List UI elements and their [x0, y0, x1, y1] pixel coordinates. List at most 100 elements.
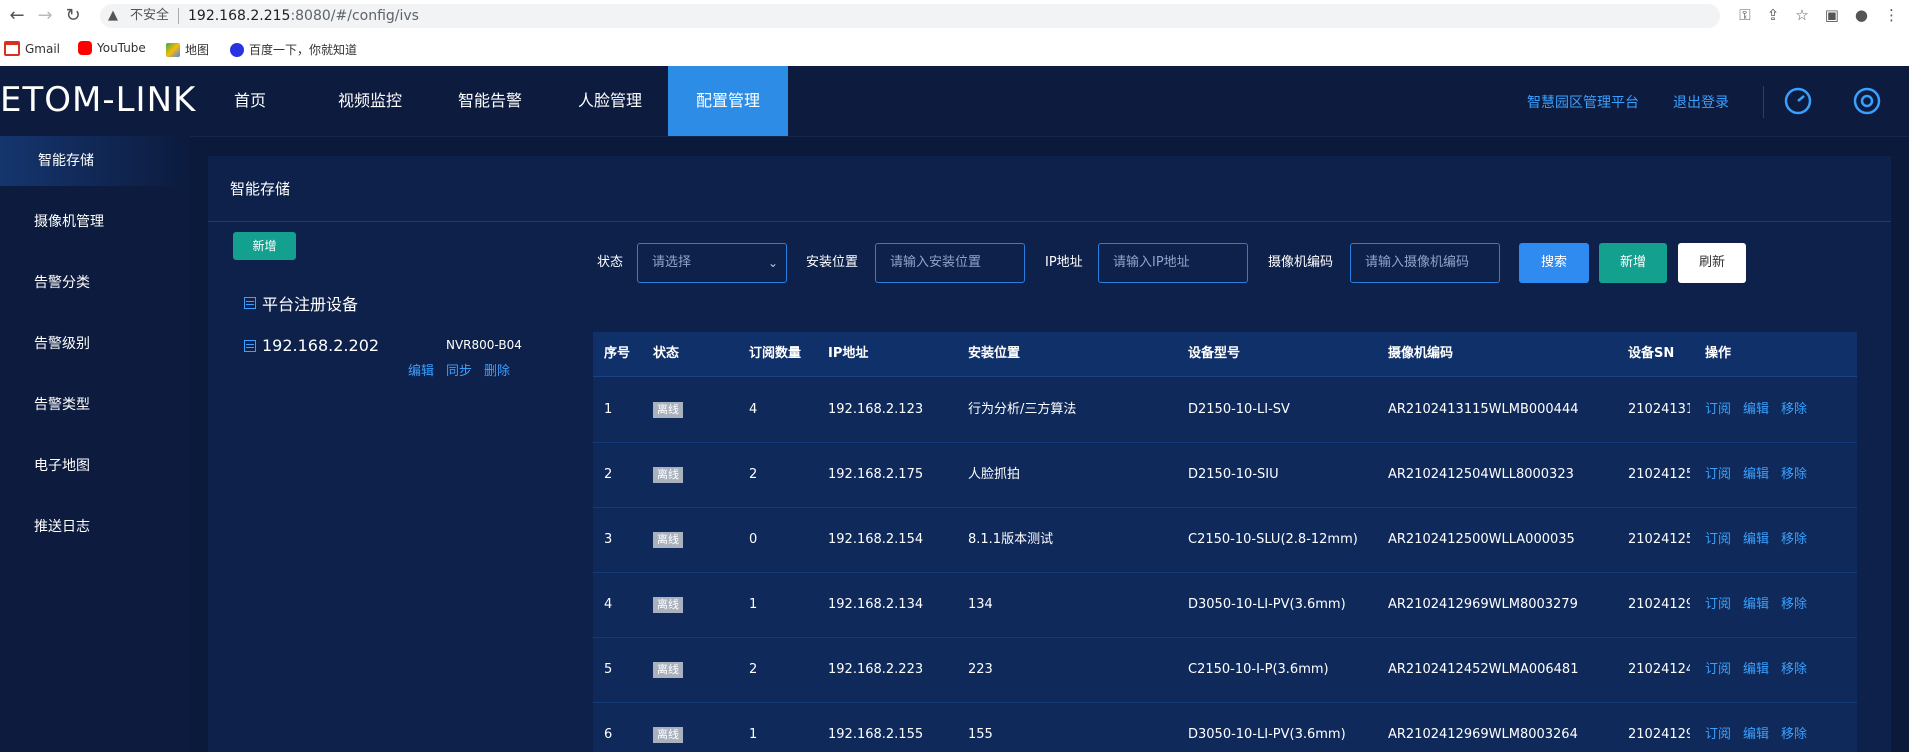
cell-ip: 192.168.2.154 [828, 532, 924, 547]
header-divider [1763, 86, 1764, 118]
remove-link[interactable]: 移除 [1781, 662, 1807, 677]
sidebar-item-push-log[interactable]: 推送日志 [0, 502, 190, 552]
location-input[interactable]: 请输入安装位置 [875, 243, 1025, 283]
more-icon[interactable]: ⋮ [1884, 6, 1899, 24]
bookmark-baidu[interactable]: 百度一下，你就知道 [230, 41, 357, 58]
sidebar-item-alarm-category[interactable]: 告警分类 [0, 258, 190, 308]
dashboard-icon[interactable] [1783, 86, 1813, 116]
sidebar-item-alarm-type[interactable]: 告警类型 [0, 380, 190, 430]
edit-link[interactable]: 编辑 [1743, 532, 1769, 547]
tree-root[interactable]: 平台注册设备 [244, 291, 358, 315]
forward-icon[interactable]: → [34, 5, 56, 27]
edit-link[interactable]: 编辑 [1743, 597, 1769, 612]
cell-location: 223 [968, 662, 993, 677]
address-bar[interactable]: ▲ 不安全 192.168.2.215:8080/#/config/ivs [100, 4, 1720, 28]
cell-sn: 21024129 [1628, 727, 1690, 742]
node-delete-link[interactable]: 删除 [484, 360, 510, 379]
menu-video[interactable]: 视频监控 [320, 66, 420, 136]
col-model: 设备型号 [1188, 346, 1241, 361]
remove-link[interactable]: 移除 [1781, 402, 1807, 417]
table-row: 6 离线 1 192.168.2.155 155 D3050-10-LI-PV(… [593, 702, 1857, 752]
back-icon[interactable]: ← [6, 5, 28, 27]
menu-face[interactable]: 人脸管理 [560, 66, 660, 136]
tree-node[interactable]: 192.168.2.202 [244, 336, 379, 355]
cell-ops: 订阅 编辑 移除 [1705, 702, 1819, 752]
cell-subs: 2 [749, 467, 758, 482]
edit-link[interactable]: 编辑 [1743, 402, 1769, 417]
remove-link[interactable]: 移除 [1781, 532, 1807, 547]
bookmark-maps[interactable]: 地图 [166, 41, 209, 58]
cell-no: 4 [604, 597, 613, 612]
cell-no: 2 [604, 467, 613, 482]
remove-link[interactable]: 移除 [1781, 727, 1807, 742]
col-subs: 订阅数量 [749, 346, 802, 361]
share-icon[interactable]: ⇪ [1767, 6, 1780, 24]
col-code: 摄像机编码 [1388, 346, 1454, 361]
sidebar-item-alarm-level[interactable]: 告警级别 [0, 319, 190, 369]
edit-link[interactable]: 编辑 [1743, 467, 1769, 482]
key-icon[interactable]: ⚿ [1739, 6, 1750, 24]
camera-code-label: 摄像机编码 [1268, 255, 1334, 270]
profile-icon[interactable]: ● [1855, 6, 1868, 24]
edit-link[interactable]: 编辑 [1743, 727, 1769, 742]
menu-alarm[interactable]: 智能告警 [440, 66, 540, 136]
col-sn: 设备SN [1628, 346, 1675, 361]
cell-model: D3050-10-LI-PV(3.6mm) [1188, 727, 1346, 742]
bookmark-label: Gmail [25, 41, 61, 56]
cell-code: AR2102412504WLL8000323 [1388, 467, 1574, 482]
star-icon[interactable]: ☆ [1795, 6, 1808, 24]
sidebar-item-map[interactable]: 电子地图 [0, 441, 190, 491]
status-select[interactable]: 请选择 ⌄ [637, 243, 787, 283]
ip-input[interactable]: 请输入IP地址 [1098, 243, 1248, 283]
ip-placeholder: 请输入IP地址 [1113, 255, 1190, 270]
edit-link[interactable]: 编辑 [1743, 662, 1769, 677]
bookmark-youtube[interactable]: YouTube [78, 41, 146, 55]
reload-icon[interactable]: ↻ [62, 5, 84, 27]
cell-location: 155 [968, 727, 993, 742]
maps-icon [166, 42, 180, 57]
menu-home[interactable]: 首页 [210, 66, 290, 136]
refresh-button[interactable]: 刷新 [1678, 243, 1746, 283]
bookmark-gmail[interactable]: Gmail [4, 41, 60, 56]
subscribe-link[interactable]: 订阅 [1705, 727, 1731, 742]
status-placeholder: 请选择 [652, 255, 692, 270]
platform-link[interactable]: 智慧园区管理平台 [1527, 92, 1639, 112]
subscribe-link[interactable]: 订阅 [1705, 597, 1731, 612]
cell-code: AR2102412969WLM8003264 [1388, 727, 1578, 742]
table-row: 2 离线 2 192.168.2.175 人脸抓拍 D2150-10-SIU A… [593, 442, 1857, 508]
subscribe-link[interactable]: 订阅 [1705, 467, 1731, 482]
sidepanel-icon[interactable]: ▣ [1825, 6, 1839, 24]
cell-ops: 订阅 编辑 移除 [1705, 377, 1819, 442]
menu-config[interactable]: 配置管理 [668, 66, 788, 136]
subscribe-link[interactable]: 订阅 [1705, 662, 1731, 677]
subscribe-link[interactable]: 订阅 [1705, 532, 1731, 547]
cell-model: D2150-10-SIU [1188, 467, 1279, 482]
cell-no: 3 [604, 532, 613, 547]
camera-code-input[interactable]: 请输入摄像机编码 [1350, 243, 1500, 283]
sidebar-item-storage[interactable]: 智能存储 [0, 136, 190, 186]
sidebar-item-camera[interactable]: 摄像机管理 [0, 197, 190, 247]
logout-link[interactable]: 退出登录 [1673, 92, 1729, 112]
subscribe-link[interactable]: 订阅 [1705, 402, 1731, 417]
remove-link[interactable]: 移除 [1781, 597, 1807, 612]
location-placeholder: 请输入安装位置 [890, 255, 982, 270]
user-circle-icon[interactable] [1852, 86, 1882, 116]
cell-model: C2150-10-SLU(2.8-12mm) [1188, 532, 1358, 547]
node-edit-link[interactable]: 编辑 [408, 360, 434, 379]
tree-add-button[interactable]: 新增 [233, 232, 296, 260]
remove-link[interactable]: 移除 [1781, 467, 1807, 482]
status-badge: 离线 [653, 531, 683, 548]
cell-sn: 21024125 [1628, 532, 1690, 547]
cell-ops: 订阅 编辑 移除 [1705, 442, 1819, 507]
add-button[interactable]: 新增 [1599, 243, 1667, 283]
cell-location: 134 [968, 597, 993, 612]
node-sync-link[interactable]: 同步 [446, 360, 472, 379]
cell-ip: 192.168.2.223 [828, 662, 924, 677]
app-header: ETOM-LINK 首页 视频监控 智能告警 人脸管理 配置管理 智慧园区管理平… [0, 66, 1909, 137]
cell-model: C2150-10-I-P(3.6mm) [1188, 662, 1329, 677]
cell-status: 离线 [653, 637, 683, 702]
search-button[interactable]: 搜索 [1519, 243, 1589, 283]
cell-ip: 192.168.2.123 [828, 402, 924, 417]
url-host: 192.168.2.215 [188, 8, 291, 24]
browser-toolbar-icons: ⚿ ⇪ ☆ ▣ ● ⋮ [1739, 6, 1899, 24]
